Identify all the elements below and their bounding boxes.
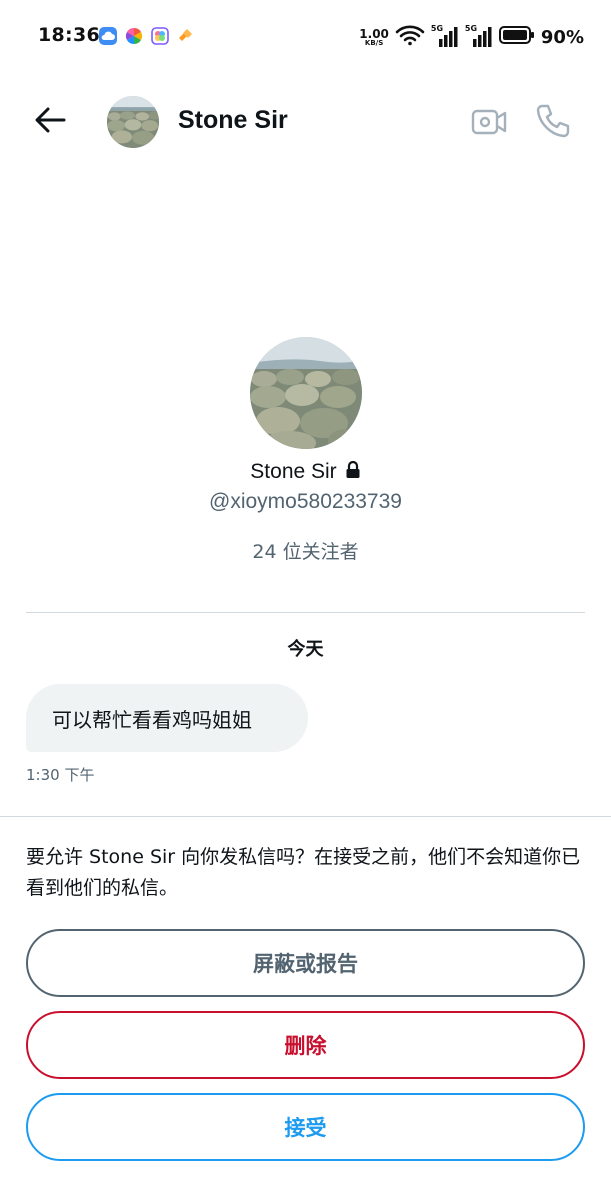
divider (0, 816, 611, 817)
cloud-app-icon (99, 27, 117, 45)
message-bubble[interactable]: 可以帮忙看看鸡吗姐姐 (26, 684, 308, 752)
flower-app-icon (151, 27, 169, 45)
pinwheel-app-icon (125, 27, 143, 45)
lock-icon (345, 460, 361, 483)
profile-avatar[interactable] (250, 337, 362, 449)
status-bar: 18:36 1.00 KB/S 5G 5G 90% (0, 0, 611, 72)
message-text: 可以帮忙看看鸡吗姐姐 (52, 707, 252, 732)
date-separator: 今天 (287, 639, 324, 660)
accept-button[interactable]: 接受 (26, 1093, 585, 1161)
phone-icon (534, 104, 572, 144)
voice-call-button[interactable] (534, 102, 572, 140)
arrow-left-icon (34, 106, 66, 138)
message-request-prompt: 要允许 Stone Sir 向你发私信吗？在接受之前，他们不会知道你已看到他们的… (26, 846, 581, 899)
message-timestamp: 1:30 下午 (26, 766, 95, 784)
profile-name: Stone Sir (250, 460, 337, 483)
accept-label: 接受 (284, 1116, 327, 1140)
video-camera-icon (470, 109, 508, 144)
header-contact-name: Stone Sir (178, 106, 288, 134)
network-speed: 1.00 KB/S (359, 26, 389, 47)
profile-name-row: Stone Sir (0, 460, 611, 484)
divider (26, 612, 585, 613)
conversation-header: Stone Sir (0, 90, 611, 154)
video-call-button[interactable] (470, 104, 508, 140)
profile-followers[interactable]: 24 位关注者 (0, 537, 611, 564)
back-button[interactable] (30, 104, 70, 140)
signal-icon: 5G (465, 24, 493, 48)
battery-icon (498, 25, 535, 49)
block-or-report-button[interactable]: 屏蔽或报告 (26, 929, 585, 997)
battery-percent: 90% (540, 26, 584, 48)
status-time: 18:36 (38, 24, 100, 46)
wifi-icon (395, 24, 425, 50)
delete-button[interactable]: 删除 (26, 1011, 585, 1079)
signal-icon: 5G (431, 24, 459, 48)
link-app-icon (176, 27, 194, 45)
header-avatar[interactable] (107, 96, 159, 148)
block-or-report-label: 屏蔽或报告 (253, 952, 358, 976)
profile-handle: @xioymo580233739 (209, 490, 402, 513)
delete-label: 删除 (284, 1034, 327, 1058)
